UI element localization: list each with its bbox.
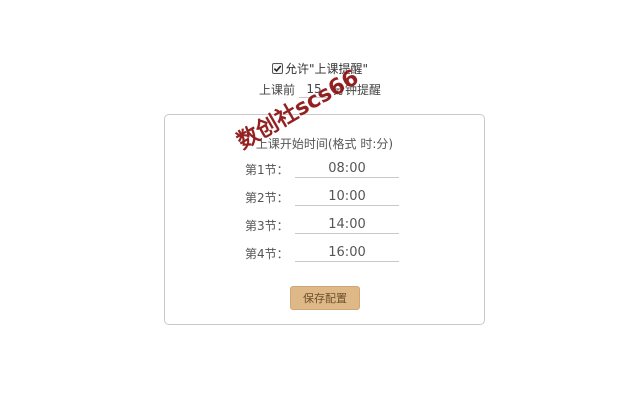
time-label-3: 第3节： <box>245 218 289 233</box>
time-label-1: 第1节： <box>245 162 289 177</box>
allow-reminder-row: 允许"上课提醒" <box>0 60 640 77</box>
time-row-4: 第4节： <box>245 244 399 262</box>
time-input-1[interactable] <box>295 160 399 178</box>
class-time-panel: 上课开始时间(格式 时:分) 第1节： 第2节： 第3节： 第4节： 保存配置 <box>164 114 485 325</box>
remind-suffix-label: 分钟提醒 <box>333 83 382 97</box>
remind-minutes-input[interactable] <box>299 81 329 98</box>
allow-reminder-label[interactable]: 允许"上课提醒" <box>285 60 368 77</box>
time-input-4[interactable] <box>295 244 399 262</box>
time-label-4: 第4节： <box>245 246 289 261</box>
time-row-2: 第2节： <box>245 188 399 206</box>
save-config-button[interactable]: 保存配置 <box>290 286 360 310</box>
panel-title: 上课开始时间(格式 时:分) <box>255 137 394 151</box>
time-label-2: 第2节： <box>245 190 289 205</box>
remind-before-row: 上课前 分钟提醒 <box>0 81 640 98</box>
time-row-1: 第1节： <box>245 160 399 178</box>
allow-reminder-checkbox[interactable] <box>271 63 283 74</box>
checkmark-icon <box>273 65 282 73</box>
time-input-3[interactable] <box>295 216 399 234</box>
time-row-3: 第3节： <box>245 216 399 234</box>
settings-page: 允许"上课提醒" 上课前 分钟提醒 上课开始时间(格式 时:分) 第1节： 第2… <box>0 0 640 400</box>
time-input-2[interactable] <box>295 188 399 206</box>
remind-prefix-label: 上课前 <box>258 83 295 97</box>
